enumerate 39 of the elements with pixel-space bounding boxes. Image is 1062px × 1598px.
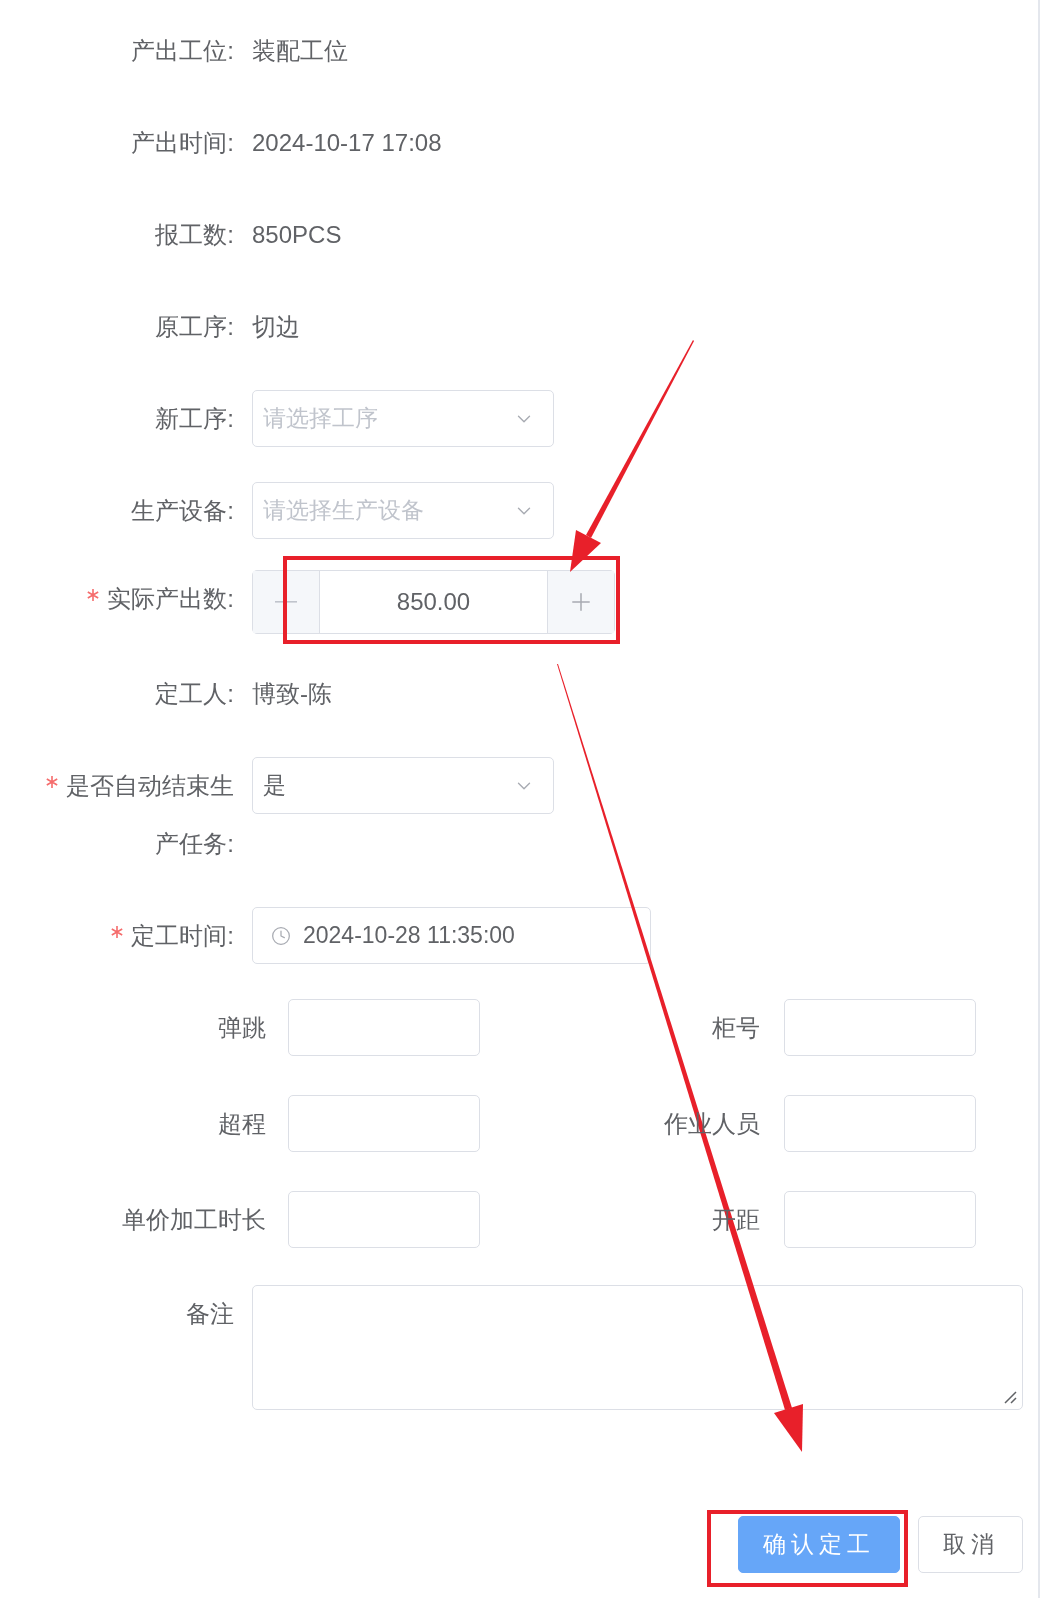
field-value: 博致-陈 [252,679,332,709]
input-field[interactable] [288,999,480,1056]
field-label: 超程 [218,1109,266,1139]
field-label: 报工数: [154,220,234,250]
field-label: 生产设备: [130,496,234,526]
input-field[interactable] [784,1191,976,1248]
cancel-button[interactable]: 取消 [918,1516,1023,1573]
field-label: 弹跳 [218,1013,266,1043]
field-label: 柜号 [712,1013,760,1043]
datetime-field[interactable]: 2024-10-28 11:35:00 [252,907,651,964]
field-label: 定工时间: [24,907,234,965]
remark-field[interactable] [252,1285,1023,1410]
increase-button[interactable] [547,571,614,633]
required-icon [111,926,124,938]
minus-icon [275,601,297,603]
resize-grip-icon [1003,1390,1017,1404]
field-label: 是否自动结束生产任务: [24,757,234,873]
field-value: 切边 [252,312,300,342]
decrease-button[interactable] [253,571,320,633]
input-field[interactable] [288,1095,480,1152]
required-icon [87,589,100,601]
field-value: 2024-10-17 17:08 [252,128,442,158]
field-label: 新工序: [154,404,234,434]
input-field[interactable] [288,1191,480,1248]
field-label: 备注 [185,1299,234,1329]
field-label: 产出工位: [130,36,234,66]
number-input[interactable]: 850.00 [252,570,615,634]
field-label: 原工序: [154,312,234,342]
field-value: 装配工位 [252,36,348,66]
field-label: 单价加工时长 [122,1205,266,1235]
field-value: 850PCS [252,220,342,250]
field-label: 定工人: [154,679,234,709]
clock-icon [271,925,291,946]
field-label: 实际产出数: [24,570,234,628]
field-label: 产出时间: [130,128,234,158]
required-icon [46,776,58,788]
input-field[interactable] [784,999,976,1056]
select-field[interactable]: 是 [252,757,554,814]
input-field[interactable] [784,1095,976,1152]
